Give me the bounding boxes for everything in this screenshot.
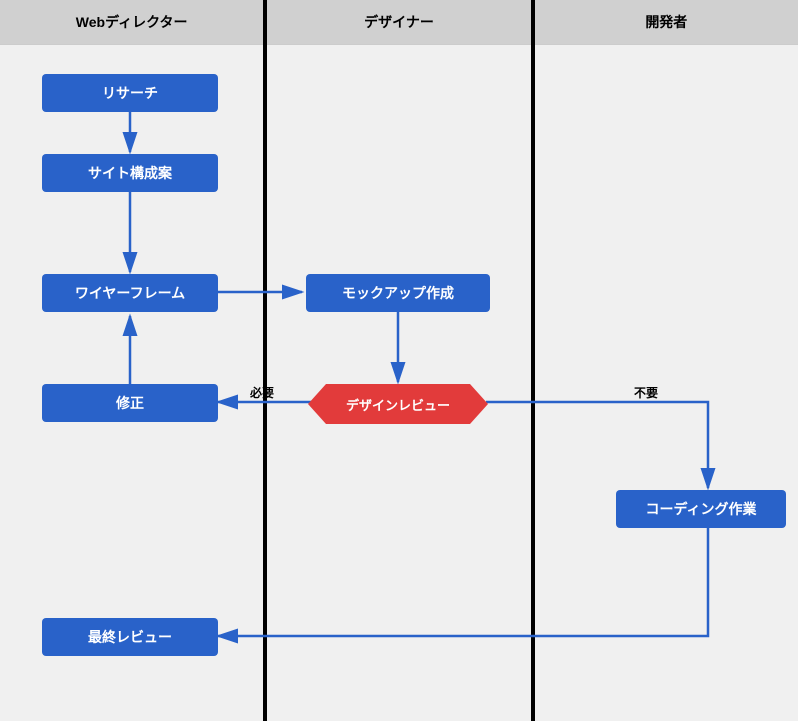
node-wireframe: ワイヤーフレーム: [42, 274, 218, 312]
node-design-review: デザインレビュー: [308, 384, 488, 424]
flow-diagram: リサーチ サイト構成案 ワイヤーフレーム 修正 最終レビュー モックアップ作成 …: [0, 40, 798, 721]
node-revise: 修正: [42, 384, 218, 422]
lane-header-designer: デザイナー: [267, 0, 530, 45]
node-coding: コーディング作業: [616, 490, 786, 528]
lane-header-web-director: Webディレクター: [0, 0, 263, 45]
edge-label-notneed: 不要: [634, 384, 658, 401]
node-final-review: 最終レビュー: [42, 618, 218, 656]
node-mockup: モックアップ作成: [306, 274, 490, 312]
node-design-review-label: デザインレビュー: [308, 384, 488, 424]
edge-label-need: 必要: [250, 384, 274, 401]
lane-header-developer: 開発者: [535, 0, 798, 45]
node-sitemap: サイト構成案: [42, 154, 218, 192]
node-research: リサーチ: [42, 74, 218, 112]
